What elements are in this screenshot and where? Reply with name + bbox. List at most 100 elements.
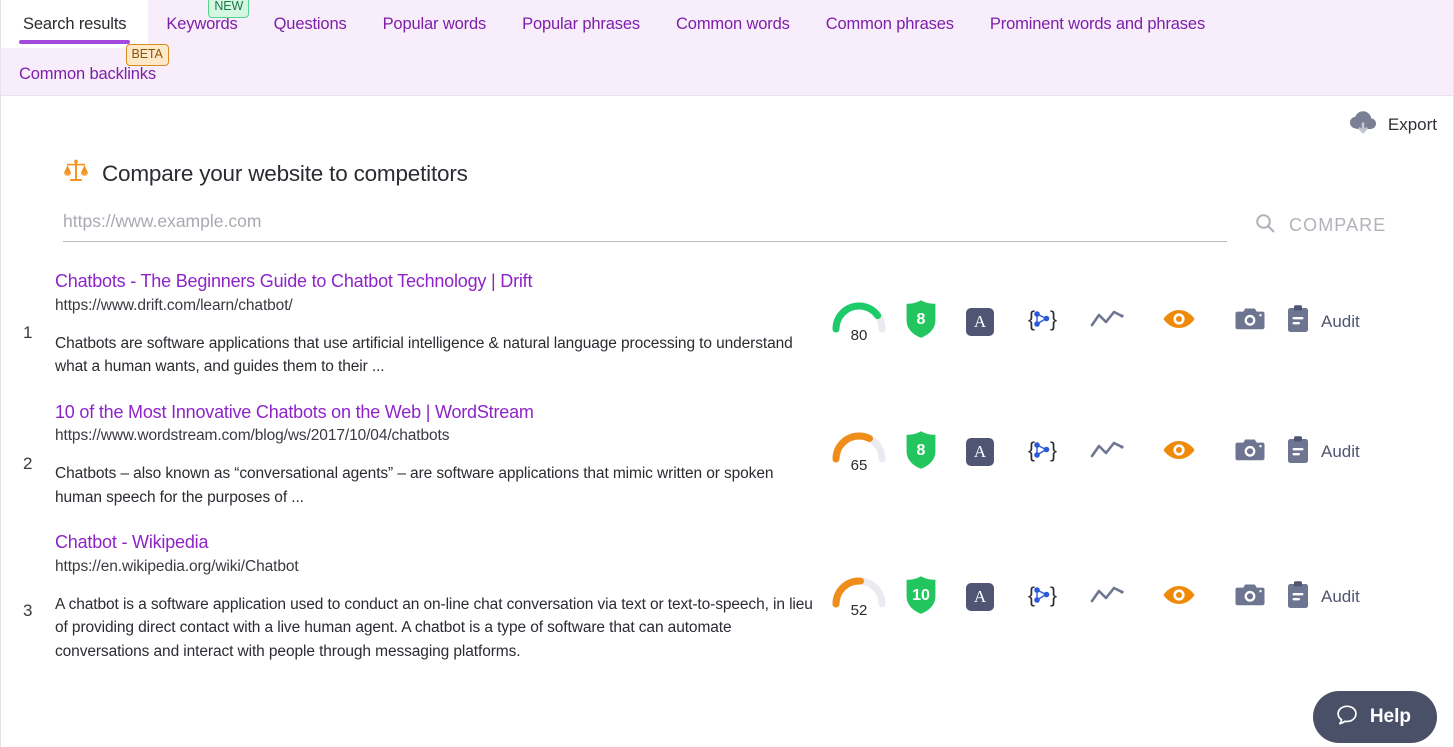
tab-search-results[interactable]: Search results [1,0,149,48]
result-url: https://en.wikipedia.org/wiki/Chatbot [55,557,299,575]
tab-questions[interactable]: Questions [256,0,365,48]
result-content: 10 of the Most Innovative Chatbots on th… [55,401,825,510]
audit-label: Audit [1321,311,1360,331]
metric-schema[interactable]: { } [1011,581,1073,614]
svg-text:}: } [1050,308,1057,331]
result-rank: 1 [23,270,55,379]
metric-audit[interactable]: Audit [1285,304,1405,339]
metric-shield[interactable]: 8 [893,298,949,345]
eye-icon [1162,583,1196,612]
metric-visibility[interactable] [1143,438,1215,467]
tab-common-words[interactable]: Common words [658,0,808,48]
tab-badge-beta: BETA [125,44,169,66]
audit-label: Audit [1321,442,1360,462]
tab-label: Questions [273,14,347,33]
result-metrics: 52 10 A { } Audit [825,574,1453,621]
compare-button-label: COMPARE [1289,215,1387,235]
svg-text:{: { [1028,584,1035,607]
export-button[interactable]: Export [1348,110,1437,141]
balance-scale-icon [63,158,89,189]
tab-label: Prominent words and phrases [989,14,1206,33]
trend-line-icon [1090,583,1126,612]
eye-icon [1162,438,1196,467]
metric-visibility[interactable] [1143,583,1215,612]
compare-input-wrapper [63,211,1227,242]
metric-screenshot[interactable] [1215,306,1285,337]
tab-popular-words[interactable]: Popular words [365,0,505,48]
metric-shield[interactable]: 8 [893,429,949,476]
metric-screenshot[interactable] [1215,582,1285,613]
authority-a-icon: A [966,438,994,467]
metric-gauge[interactable]: 65 [825,430,893,474]
result-url: https://www.drift.com/learn/chatbot/ [55,296,293,314]
svg-text:{: { [1028,439,1035,462]
metric-trend[interactable] [1073,307,1143,336]
shield-icon: 10 [903,574,939,621]
clipboard-icon [1285,435,1311,470]
result-rank-value: 3 [23,601,33,621]
search-result-row: 1 Chatbots - The Beginners Guide to Chat… [1,270,1453,379]
gauge-value: 65 [850,457,868,475]
svg-text:8: 8 [917,442,926,459]
compare-header: Compare your website to competitors [1,140,1453,189]
compare-url-input[interactable] [63,211,1227,232]
result-snippet: A chatbot is a software application used… [55,595,813,660]
page-root: Search results Keywords NEW Questions Popula… [0,0,1454,747]
result-title-link[interactable]: Chatbot - Wikipedia [55,532,208,552]
toolbar: Export [1,96,1453,140]
metric-visibility[interactable] [1143,307,1215,336]
metric-schema[interactable]: { } [1011,305,1073,338]
metric-authority[interactable]: A [949,583,1011,612]
authority-a-icon: A [966,583,994,612]
camera-icon [1234,306,1266,337]
result-metrics: 65 8 A { } Audit [825,429,1453,476]
metric-schema[interactable]: { } [1011,436,1073,469]
metric-trend[interactable] [1073,438,1143,467]
tab-keywords[interactable]: Keywords NEW [148,0,255,48]
metric-trend[interactable] [1073,583,1143,612]
help-widget[interactable]: Help [1312,691,1437,743]
result-url: https://www.wordstream.com/blog/ws/2017/… [55,427,450,445]
svg-text:}: } [1050,439,1057,462]
cloud-download-icon [1348,110,1378,141]
search-results-list: 1 Chatbots - The Beginners Guide to Chat… [1,242,1453,663]
svg-text:{: { [1028,308,1035,331]
help-label: Help [1369,706,1411,727]
gauge-value: 80 [850,326,868,344]
tab-label: Common words [676,14,790,33]
metric-gauge[interactable]: 52 [825,575,893,619]
export-label: Export [1387,115,1437,134]
result-title-link[interactable]: Chatbots - The Beginners Guide to Chatbo… [55,271,532,291]
schema-braces-icon: { } [1026,436,1058,469]
trend-line-icon [1090,307,1126,336]
gauge-value: 52 [850,602,868,620]
compare-button[interactable]: COMPARE [1253,211,1386,240]
result-title-link[interactable]: 10 of the Most Innovative Chatbots on th… [55,402,534,422]
trend-line-icon [1090,438,1126,467]
search-icon [1253,211,1277,240]
audit-label: Audit [1321,587,1360,607]
tab-common-phrases[interactable]: Common phrases [808,0,972,48]
tab-common-backlinks[interactable]: Common backlinks BETA [1,44,174,92]
metric-audit[interactable]: Audit [1285,435,1405,470]
gauge-icon: 80 [829,300,889,344]
tab-popular-phrases[interactable]: Popular phrases [504,0,658,48]
result-content: Chatbot - Wikipedia https://en.wikipedia… [55,531,825,663]
gauge-icon: 52 [829,575,889,619]
schema-braces-icon: { } [1026,581,1058,614]
schema-braces-icon: { } [1026,305,1058,338]
tab-label: Common phrases [825,14,954,33]
result-content: Chatbots - The Beginners Guide to Chatbo… [55,270,825,379]
active-tab-underline [19,40,131,44]
result-rank-value: 2 [23,453,33,473]
svg-text:}: } [1050,584,1057,607]
metric-shield[interactable]: 10 [893,574,949,621]
tab-prominent-words-and-phrases[interactable]: Prominent words and phrases [972,0,1223,48]
metric-gauge[interactable]: 80 [825,300,893,344]
metric-authority[interactable]: A [949,307,1011,336]
authority-a-icon: A [966,307,994,336]
metric-screenshot[interactable] [1215,437,1285,468]
metric-audit[interactable]: Audit [1285,580,1405,615]
metric-authority[interactable]: A [949,438,1011,467]
search-result-row: 3 Chatbot - Wikipedia https://en.wikiped… [1,531,1453,663]
